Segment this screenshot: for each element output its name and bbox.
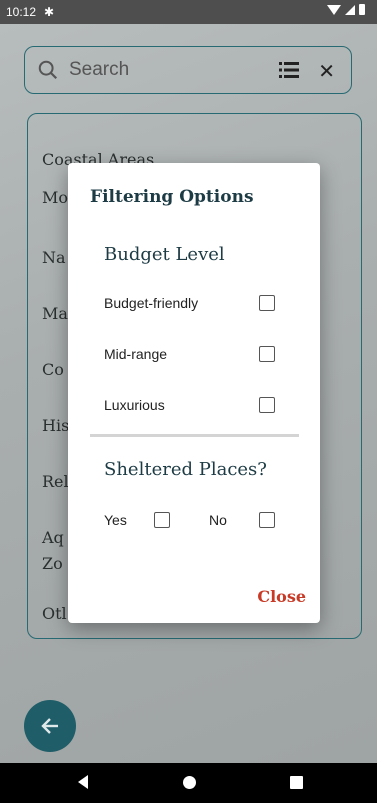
option-mid-range-label: Mid-range (104, 346, 168, 362)
search-bar[interactable]: Search ✕ (24, 46, 352, 94)
nav-back-icon[interactable] (78, 775, 88, 789)
option-luxurious-label: Luxurious (104, 397, 165, 413)
sheltered-section-title: Sheltered Places? (104, 459, 267, 480)
clear-search-icon[interactable]: ✕ (318, 59, 335, 83)
budget-section-title: Budget Level (104, 244, 225, 265)
search-input[interactable]: Search (69, 59, 129, 81)
budget-friendly-checkbox[interactable] (259, 295, 275, 311)
list-item[interactable]: Co (42, 360, 64, 379)
list-item[interactable]: Zo (42, 554, 63, 573)
wifi-icon (327, 4, 341, 15)
filter-dialog: Filtering Options Budget Level Budget-fr… (68, 163, 320, 623)
yes-label: Yes (104, 512, 127, 528)
back-button[interactable] (24, 700, 76, 752)
status-time: 10:12 (6, 5, 37, 19)
status-icons (327, 4, 365, 15)
option-budget-friendly-label: Budget-friendly (104, 295, 199, 311)
luxurious-checkbox[interactable] (259, 397, 275, 413)
close-button[interactable]: Close (257, 587, 306, 606)
list-item[interactable]: His (42, 416, 69, 435)
signal-icon (345, 4, 355, 15)
list-item[interactable]: Mo (42, 188, 68, 207)
status-bar: 10:12 ✱ (0, 0, 377, 24)
list-item[interactable]: Rel (42, 472, 69, 491)
nav-home-icon[interactable] (183, 776, 196, 789)
filter-list-icon[interactable] (279, 61, 299, 79)
nav-recents-icon[interactable] (290, 776, 303, 789)
search-icon (38, 60, 58, 80)
no-checkbox[interactable] (259, 512, 275, 528)
list-item[interactable]: Na (42, 248, 66, 267)
no-label: No (209, 512, 227, 528)
system-nav-bar (0, 763, 377, 803)
list-item[interactable]: Ma (42, 304, 68, 323)
divider (90, 434, 299, 437)
list-item[interactable]: Otl (42, 604, 67, 623)
mid-range-checkbox[interactable] (259, 346, 275, 362)
yes-checkbox[interactable] (154, 512, 170, 528)
battery-icon (359, 4, 365, 15)
dialog-title: Filtering Options (90, 187, 254, 207)
settings-gear-icon: ✱ (44, 5, 55, 19)
list-item[interactable]: Aq (42, 528, 64, 547)
arrow-left-icon (41, 718, 58, 734)
